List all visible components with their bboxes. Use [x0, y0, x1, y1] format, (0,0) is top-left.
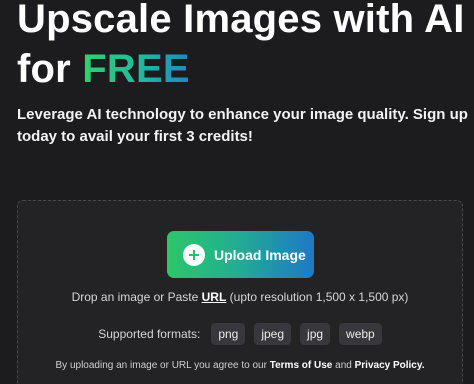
- format-chip-png: png: [211, 323, 246, 345]
- drop-prefix: Drop an image or Paste: [71, 290, 202, 304]
- title-free-highlight: FREE: [82, 47, 190, 91]
- title-for: for: [17, 47, 83, 91]
- terms-notice: By uploading an image or URL you agree t…: [18, 360, 462, 371]
- format-chip-webp: webp: [339, 323, 382, 345]
- upload-dropzone[interactable]: Upload Image Drop an image or Paste URL …: [17, 200, 463, 384]
- subtitle: Leverage AI technology to enhance your i…: [17, 106, 468, 145]
- supported-formats: Supported formats: png jpeg jpg webp: [18, 323, 462, 345]
- privacy-policy-link[interactable]: Privacy Policy.: [355, 360, 425, 371]
- upload-button-label: Upload Image: [214, 246, 306, 263]
- drop-instructions: Drop an image or Paste URL (upto resolut…: [18, 290, 462, 304]
- terms-of-use-link[interactable]: Terms of Use: [270, 360, 333, 371]
- format-chip-jpeg: jpeg: [254, 323, 292, 345]
- drop-suffix: (upto resolution 1,500 x 1,500 px): [226, 290, 409, 304]
- terms-and: and: [332, 360, 355, 371]
- page: Upscale Images with AI for FREE Leverage…: [0, 0, 474, 384]
- upload-image-button[interactable]: Upload Image: [167, 231, 314, 278]
- terms-prefix: By uploading an image or URL you agree t…: [55, 360, 270, 371]
- format-chip-jpg: jpg: [300, 323, 331, 345]
- plus-circle-icon: [183, 243, 205, 266]
- formats-label: Supported formats:: [98, 327, 201, 341]
- title-line-1: Upscale Images with AI: [17, 0, 465, 41]
- paste-url-link[interactable]: URL: [202, 290, 227, 304]
- page-title: Upscale Images with AI for FREE: [17, 0, 465, 94]
